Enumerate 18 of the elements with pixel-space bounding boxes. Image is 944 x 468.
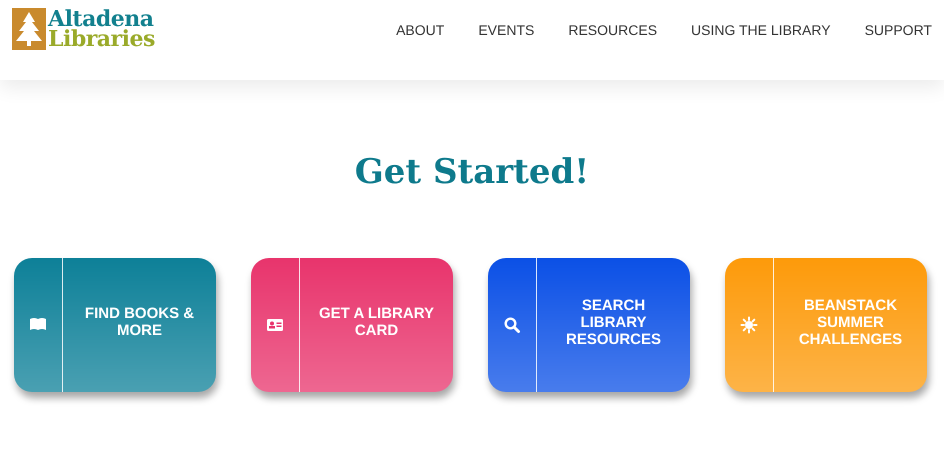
link-card[interactable]: SEARCH LIBRARY RESOURCES	[488, 258, 690, 392]
nav-link[interactable]: SUPPORT	[864, 22, 932, 38]
nav-link[interactable]: EVENTS	[478, 22, 534, 38]
id-card-icon	[266, 316, 284, 334]
nav-link[interactable]: ABOUT	[396, 22, 444, 38]
logo-text: Altadena	[48, 9, 154, 29]
nav-link[interactable]: RESOURCES	[568, 22, 658, 38]
card-label: FIND BOOKS & MORE	[84, 305, 196, 339]
card-label: GET A LIBRARY CARD	[318, 305, 435, 339]
logo-text: Libraries	[48, 29, 155, 49]
link-card[interactable]: FIND BOOKS & MORE	[14, 258, 216, 392]
sun-icon	[740, 316, 758, 334]
card-label: SEARCH LIBRARY RESOURCES	[564, 296, 662, 348]
page-heading: Get Started!	[354, 151, 590, 194]
nav-link[interactable]: USING THE LIBRARY	[691, 22, 831, 38]
link-card[interactable]: GET A LIBRARY CARD	[251, 258, 453, 392]
card-label: BEANSTACK SUMMER CHALLENGES	[798, 296, 904, 348]
search-icon	[503, 316, 521, 334]
